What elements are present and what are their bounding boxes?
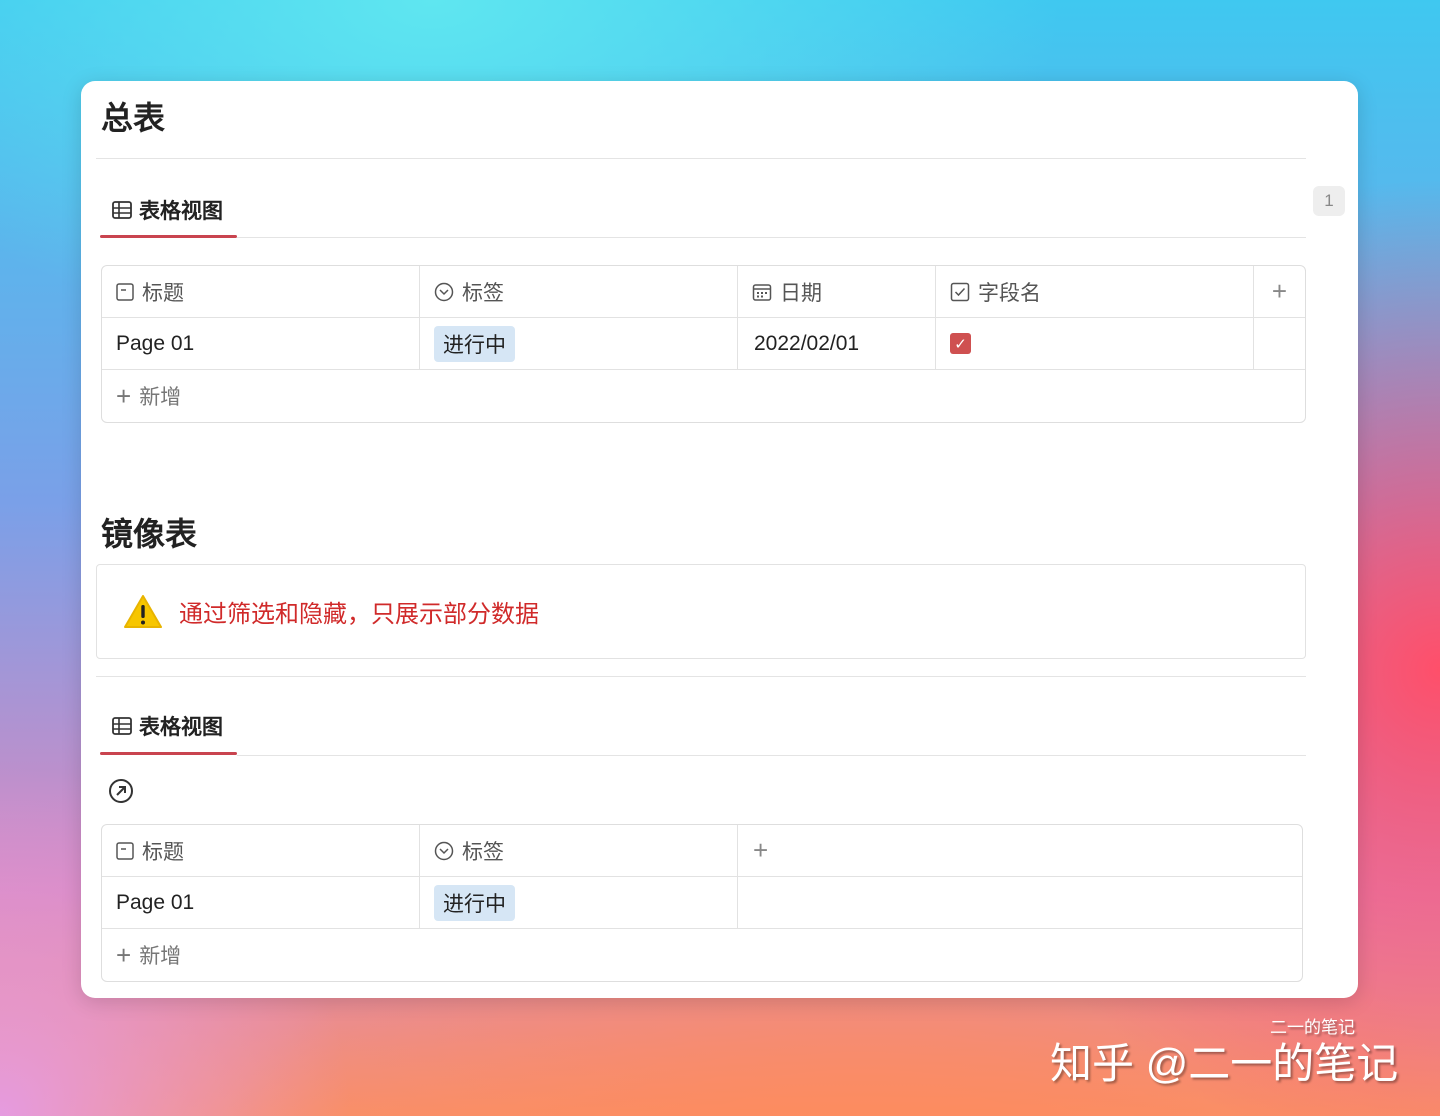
watermark: 知乎 @二一的笔记 [1050,1030,1398,1091]
select-icon [434,841,454,861]
table-row[interactable]: Page 01 进行中 [102,877,1302,929]
add-column-button[interactable]: + [738,825,1302,876]
date-cell[interactable]: 2022/02/01 [738,318,936,369]
tab-label: 表格视图 [139,711,223,741]
divider [237,237,1306,238]
divider [96,158,1306,159]
empty-cell [738,877,1302,928]
text-icon [116,283,134,301]
checkbox-icon [950,282,970,302]
divider [237,755,1306,756]
table-icon [111,715,133,737]
add-row-label: 新增 [139,381,181,411]
tag-cell[interactable]: 进行中 [420,318,738,369]
column-header-field[interactable]: 字段名 [936,266,1254,317]
table-row[interactable]: Page 01 进行中 2022/02/01 ✓ [102,318,1305,370]
main-table: 标题 标签 日期 字段名 + Page 01 进行中 2022/02/01 ✓ … [101,265,1306,423]
column-label: 标题 [142,277,184,307]
add-row-button[interactable]: + 新增 [102,929,1302,981]
select-icon [434,282,454,302]
column-label: 日期 [780,277,822,307]
add-row-label: 新增 [139,940,181,970]
add-column-button[interactable]: + [1254,266,1305,317]
column-label: 字段名 [978,277,1041,307]
tab-table-view[interactable]: 表格视图 [111,195,223,225]
callout: 通过筛选和隐藏，只展示部分数据 [96,564,1306,659]
tag-badge: 进行中 [434,885,515,921]
column-label: 标题 [142,836,184,866]
page-title: 总表 [101,93,165,139]
tab-label: 表格视图 [139,195,223,225]
table-icon [111,199,133,221]
checked-checkbox[interactable]: ✓ [950,333,971,354]
plus-icon: + [116,940,131,971]
checkbox-cell[interactable]: ✓ [936,318,1254,369]
callout-text: 通过筛选和隐藏，只展示部分数据 [179,594,539,629]
column-label: 标签 [462,836,504,866]
text-icon [116,842,134,860]
active-tab-indicator [100,752,237,755]
column-header-title[interactable]: 标题 [102,825,420,876]
column-header-tag[interactable]: 标签 [420,266,738,317]
add-row-button[interactable]: + 新增 [102,370,1305,422]
plus-icon: + [753,835,768,866]
title-cell[interactable]: Page 01 [102,877,420,928]
mirror-table: 标题 标签 + Page 01 进行中 + 新增 [101,824,1303,982]
tag-cell[interactable]: 进行中 [420,877,738,928]
column-label: 标签 [462,277,504,307]
page-card: 总表 表格视图 1 标题 标签 日期 字段名 + Page 01 进行中 202… [81,81,1358,998]
tab-table-view[interactable]: 表格视图 [111,711,223,741]
plus-icon: + [116,381,131,412]
warning-icon [123,594,163,630]
section-title: 镜像表 [101,509,197,555]
active-tab-indicator [100,235,237,238]
column-header-date[interactable]: 日期 [738,266,936,317]
linked-database-arrow-icon[interactable] [108,778,134,804]
title-cell[interactable]: Page 01 [102,318,420,369]
empty-cell [1254,318,1305,369]
column-header-tag[interactable]: 标签 [420,825,738,876]
tag-badge: 进行中 [434,326,515,362]
divider [96,676,1306,677]
table-header: 标题 标签 日期 字段名 + [102,266,1305,318]
table-header: 标题 标签 + [102,825,1302,877]
plus-icon: + [1272,276,1287,307]
count-badge[interactable]: 1 [1313,186,1345,216]
column-header-title[interactable]: 标题 [102,266,420,317]
calendar-icon [752,282,772,302]
